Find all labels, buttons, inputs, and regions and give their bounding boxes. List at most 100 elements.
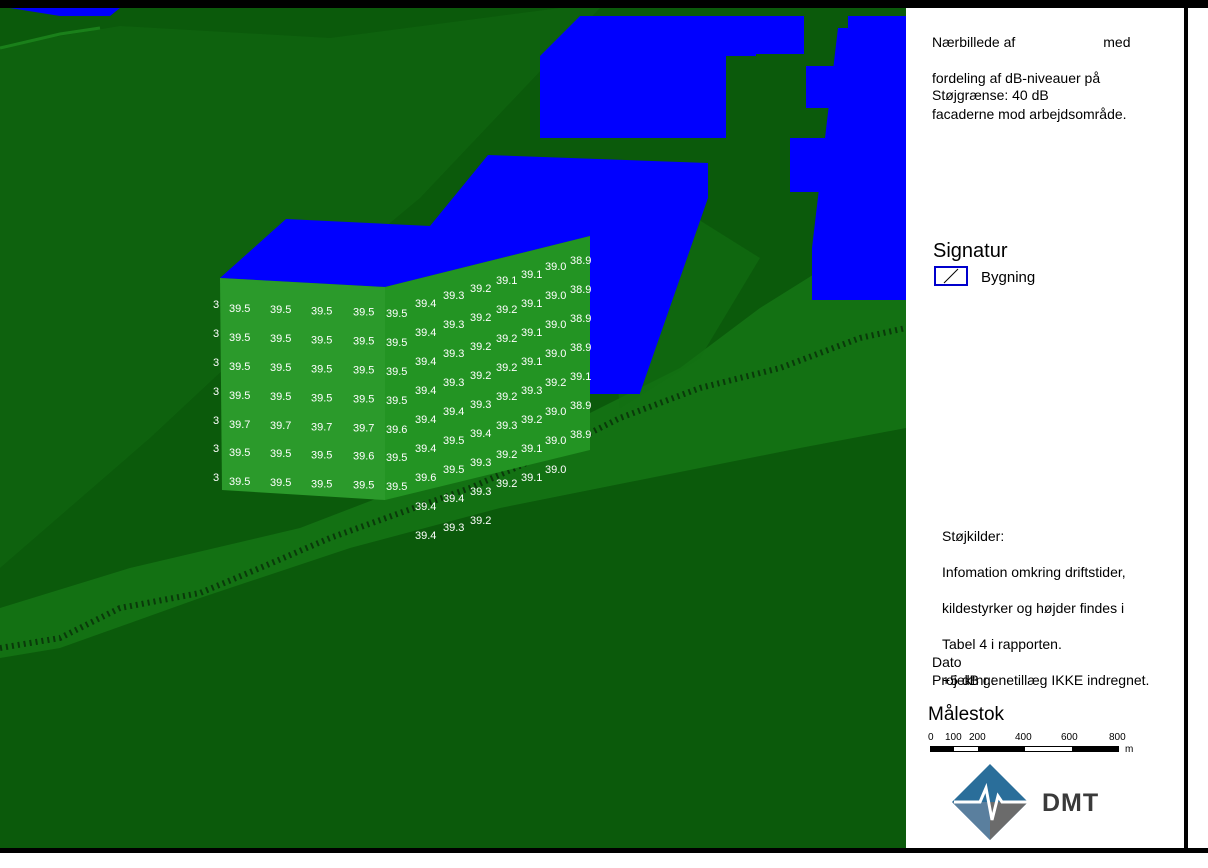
db-level-label: 39.1 bbox=[521, 356, 542, 368]
db-level-label: 39.2 bbox=[496, 304, 517, 316]
db-level-label: 3 bbox=[213, 415, 219, 427]
db-level-label: 39.2 bbox=[470, 515, 491, 527]
top-border bbox=[0, 0, 1208, 8]
db-level-label: 39.0 bbox=[545, 464, 566, 476]
db-level-label: 39.1 bbox=[496, 275, 517, 287]
scale-tick: 400 bbox=[1015, 732, 1032, 743]
description-line-2: fordeling af dB-niveauer på bbox=[932, 70, 1101, 86]
db-level-label: 39.5 bbox=[386, 337, 407, 349]
db-level-label: 39.0 bbox=[545, 406, 566, 418]
db-level-label: 39.2 bbox=[545, 377, 566, 389]
db-level-label: 39.5 bbox=[229, 303, 250, 315]
db-level-label: 39.5 bbox=[386, 366, 407, 378]
db-level-label: 39.3 bbox=[443, 319, 464, 331]
db-level-label: 39.0 bbox=[545, 348, 566, 360]
db-level-label: 39.4 bbox=[443, 406, 464, 418]
sources-line-3: kildestyrker og højder findes i bbox=[942, 600, 1125, 616]
db-level-label: 39.4 bbox=[415, 501, 436, 513]
db-level-label: 39.4 bbox=[415, 298, 436, 310]
db-level-label: 39.4 bbox=[415, 327, 436, 339]
db-level-label: 39.2 bbox=[496, 449, 517, 461]
db-level-label: 39.5 bbox=[353, 365, 374, 377]
db-level-label: 39.1 bbox=[570, 371, 591, 383]
scale-tick: 200 bbox=[969, 732, 986, 743]
db-level-label: 39.4 bbox=[470, 428, 491, 440]
db-level-label: 39.5 bbox=[270, 448, 291, 460]
map-description: Nærbillede af med fordeling af dB-niveaue… bbox=[932, 15, 1167, 141]
db-level-label: 39.5 bbox=[443, 435, 464, 447]
db-level-label: 39.7 bbox=[311, 421, 332, 433]
db-level-label: 39.3 bbox=[470, 457, 491, 469]
db-level-label: 39.2 bbox=[496, 391, 517, 403]
description-line-3: facaderne mod arbejdsområde. bbox=[932, 106, 1127, 122]
db-level-label: 39.0 bbox=[545, 319, 566, 331]
project-number-label: Projektnr.: bbox=[932, 672, 996, 688]
noise-limit: Støjgrænse: 40 dB bbox=[932, 87, 1049, 103]
db-level-label: 38.9 bbox=[570, 429, 591, 441]
date-label: Dato bbox=[932, 654, 962, 670]
db-level-label: 39.5 bbox=[386, 395, 407, 407]
bottom-border bbox=[0, 848, 1208, 853]
scale-unit: m bbox=[1125, 744, 1134, 755]
building-symbol-icon bbox=[934, 266, 968, 286]
db-level-label: 39.5 bbox=[270, 362, 291, 374]
db-level-label: 39.1 bbox=[521, 443, 542, 455]
scale-tick-labels: 0 100 200 400 600 800 bbox=[906, 732, 1184, 746]
db-level-label: 39.2 bbox=[496, 362, 517, 374]
db-level-label: 3 bbox=[213, 328, 219, 340]
building-main-wing bbox=[588, 348, 640, 394]
sources-line-1: Støjkilder: bbox=[942, 528, 1005, 544]
map-view[interactable]: 3 3 3 3 3 3 3 39.5 39.5 39.5 39.5 39.5 39.5 39.5 39.5 3… bbox=[0, 8, 906, 848]
db-level-label: 39.3 bbox=[470, 486, 491, 498]
db-level-label: 39.1 bbox=[521, 269, 542, 281]
db-level-label: 39.3 bbox=[470, 399, 491, 411]
db-level-label: 39.5 bbox=[311, 334, 332, 346]
db-level-label: 39.4 bbox=[443, 493, 464, 505]
db-level-label: 3 bbox=[213, 386, 219, 398]
db-level-label: 39.2 bbox=[470, 370, 491, 382]
legend-panel: Nærbillede af med fordeling af dB-niveaue… bbox=[906, 8, 1184, 848]
scale-title: Målestok bbox=[928, 704, 1005, 725]
db-level-label: 39.5 bbox=[311, 392, 332, 404]
db-level-label: 39.5 bbox=[386, 308, 407, 320]
db-level-label: 39.5 bbox=[229, 447, 250, 459]
db-level-label: 39.6 bbox=[415, 472, 436, 484]
db-level-label: 39.2 bbox=[470, 312, 491, 324]
db-level-label: 38.9 bbox=[570, 400, 591, 412]
db-level-label: 39.5 bbox=[270, 304, 291, 316]
db-level-label: 3 bbox=[213, 299, 219, 311]
db-level-label: 39.5 bbox=[311, 305, 332, 317]
db-level-label: 39.6 bbox=[386, 424, 407, 436]
db-level-label: 39.5 bbox=[311, 478, 332, 490]
db-level-label: 39.2 bbox=[470, 341, 491, 353]
db-level-label: 39.5 bbox=[229, 332, 250, 344]
db-level-label: 39.5 bbox=[229, 361, 250, 373]
sources-line-2: Infomation omkring driftstider, bbox=[942, 564, 1126, 580]
db-level-label: 39.4 bbox=[415, 385, 436, 397]
db-level-label: 39.5 bbox=[386, 452, 407, 464]
db-level-label: 38.9 bbox=[570, 255, 591, 267]
db-level-label: 39.4 bbox=[415, 414, 436, 426]
db-level-label: 38.9 bbox=[570, 342, 591, 354]
db-level-label: 39.7 bbox=[270, 420, 291, 432]
scale-tick: 800 bbox=[1109, 732, 1126, 743]
scale-tick: 600 bbox=[1061, 732, 1078, 743]
building-north bbox=[540, 56, 726, 138]
description-line-1: Nærbillede af med bbox=[932, 34, 1131, 50]
db-level-label: 39.5 bbox=[229, 476, 250, 488]
db-level-label: 38.9 bbox=[570, 313, 591, 325]
db-level-label: 39.4 bbox=[415, 530, 436, 542]
logo-text: DMT bbox=[1042, 789, 1100, 817]
dmt-logo-icon bbox=[952, 764, 1028, 840]
db-level-label: 39.2 bbox=[496, 478, 517, 490]
db-level-label: 38.9 bbox=[570, 284, 591, 296]
db-level-label: 39.5 bbox=[270, 333, 291, 345]
db-level-label: 39.0 bbox=[545, 435, 566, 447]
db-level-label: 39.5 bbox=[353, 480, 374, 492]
building-northeast-small bbox=[756, 16, 804, 54]
db-level-label: 39.2 bbox=[521, 414, 542, 426]
db-level-label: 39.5 bbox=[353, 336, 374, 348]
db-level-label: 39.7 bbox=[229, 419, 250, 431]
db-level-label: 3 bbox=[213, 357, 219, 369]
figure-frame: 3 3 3 3 3 3 3 39.5 39.5 39.5 39.5 39.5 39.5 39.5 39.5 3… bbox=[0, 0, 1208, 868]
